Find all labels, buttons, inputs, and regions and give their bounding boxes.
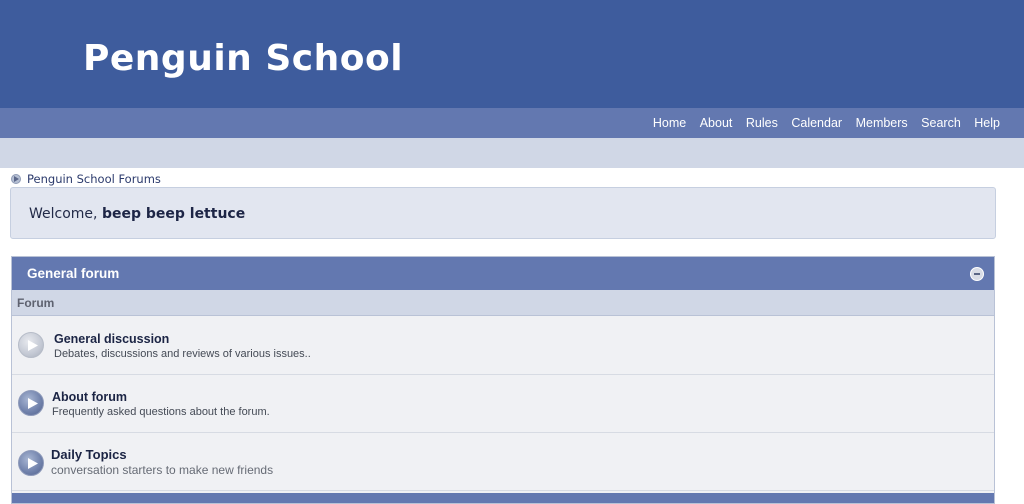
welcome-text: Welcome, beep beep lettuce (29, 206, 245, 222)
nav-help[interactable]: Help (974, 116, 1000, 130)
breadcrumb-forums-link[interactable]: Penguin School Forums (27, 172, 161, 186)
welcome-username[interactable]: beep beep lettuce (102, 206, 245, 222)
forum-unread-icon (18, 390, 44, 416)
nav-home[interactable]: Home (653, 116, 686, 130)
forum-description: Frequently asked questions about the for… (52, 406, 270, 418)
column-header-forum: Forum (17, 296, 55, 310)
column-header: Forum (12, 290, 994, 316)
forum-row-about-forum[interactable]: About forum Frequently asked questions a… (12, 375, 994, 433)
category-header: General forum (12, 257, 994, 290)
forum-description: Debates, discussions and reviews of vari… (54, 348, 311, 360)
forum-category: General forum Forum General discussion D… (11, 256, 995, 504)
welcome-prefix: Welcome, (29, 206, 102, 222)
welcome-panel: Welcome, beep beep lettuce (10, 187, 996, 239)
site-header: Penguin School (0, 0, 1024, 108)
forum-read-icon (18, 332, 44, 358)
nav-search[interactable]: Search (921, 116, 961, 130)
forum-row-daily-topics[interactable]: Daily Topics conversation starters to ma… (12, 433, 994, 491)
nav-bar: Home About Rules Calendar Members Search… (0, 108, 1024, 138)
forum-title[interactable]: General discussion (54, 332, 169, 346)
nav-links: Home About Rules Calendar Members Search… (639, 108, 1000, 138)
nav-members[interactable]: Members (856, 116, 908, 130)
nav-calendar[interactable]: Calendar (791, 116, 842, 130)
forum-row-general-discussion[interactable]: General discussion Debates, discussions … (12, 317, 994, 375)
forum-unread-icon (18, 450, 44, 476)
collapse-icon[interactable] (970, 267, 984, 281)
nav-about[interactable]: About (700, 116, 733, 130)
forum-description: conversation starters to make new friend… (51, 463, 274, 477)
breadcrumb: Penguin School Forums (11, 172, 161, 186)
sub-bar (0, 138, 1024, 168)
forum-title[interactable]: Daily Topics (51, 447, 127, 462)
nav-rules[interactable]: Rules (746, 116, 778, 130)
play-circle-icon (11, 174, 21, 184)
next-category-header (12, 493, 994, 503)
forum-title[interactable]: About forum (52, 390, 127, 404)
site-title[interactable]: Penguin School (83, 38, 403, 79)
category-title[interactable]: General forum (27, 266, 119, 281)
